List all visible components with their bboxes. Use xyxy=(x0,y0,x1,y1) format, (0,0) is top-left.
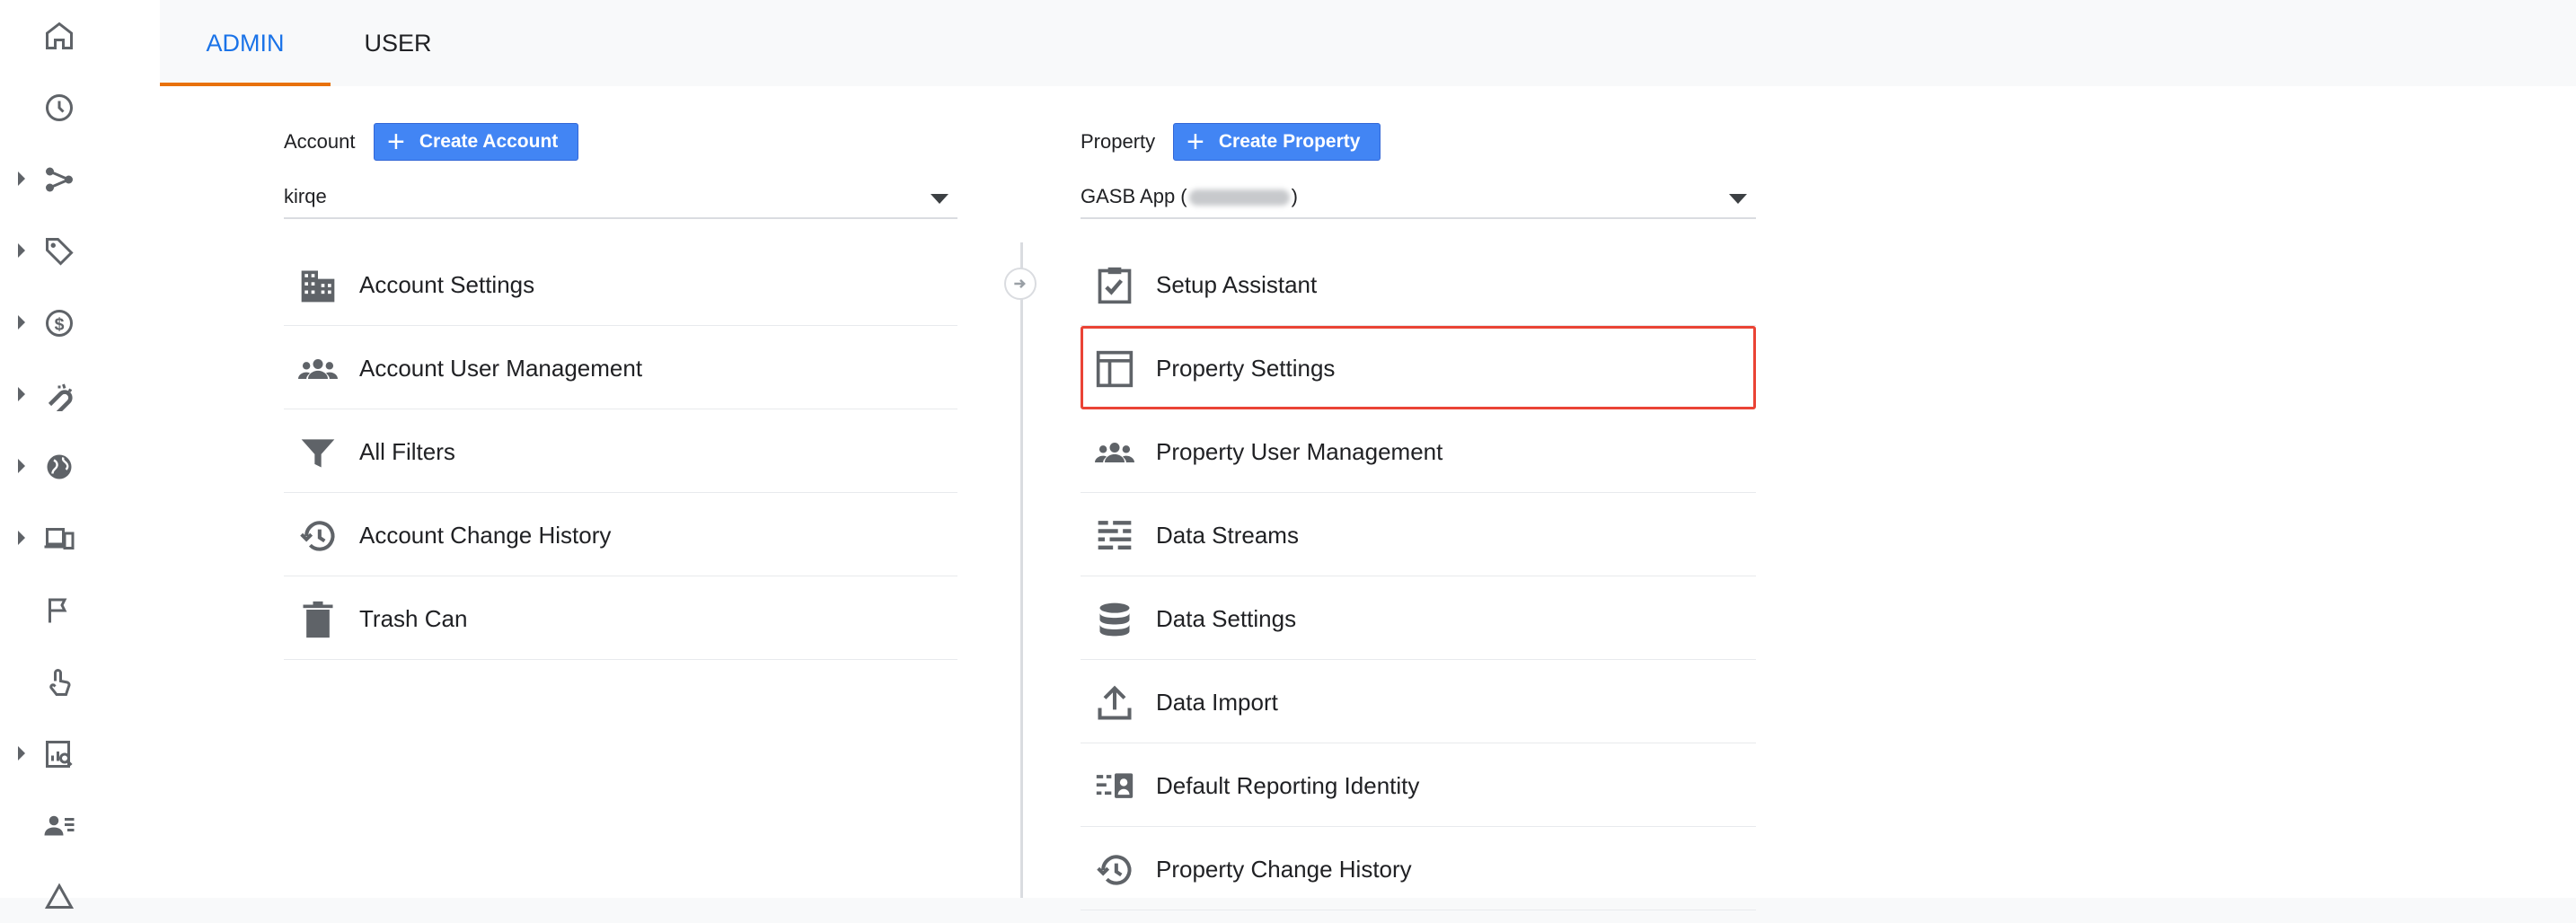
nav-flag[interactable] xyxy=(0,585,160,636)
dollar-icon: $ xyxy=(46,310,73,337)
menu-item-setup-assistant[interactable]: Setup Assistant xyxy=(1081,242,1756,326)
menu-item-label: Property User Management xyxy=(1156,438,1443,465)
create-account-label: Create Account xyxy=(419,131,559,152)
expand-arrow-icon xyxy=(18,746,25,760)
admin-tab-bar: ADMIN USER xyxy=(160,0,2576,86)
create-property-label: Create Property xyxy=(1218,131,1361,152)
property-selector[interactable]: GASB App () xyxy=(1081,176,1756,219)
menu-item-label: Property Settings xyxy=(1156,355,1336,382)
menu-item-account-change-history[interactable]: Account Change History xyxy=(284,493,957,576)
nav-monetization[interactable]: $ xyxy=(0,298,160,348)
menu-item-property-user-management[interactable]: Property User Management xyxy=(1081,409,1756,493)
expand-arrow-icon xyxy=(18,387,25,401)
menu-item-data-settings[interactable]: Data Settings xyxy=(1081,576,1756,660)
account-selected-value: kirqe xyxy=(284,185,327,207)
nav-reports[interactable] xyxy=(0,729,160,779)
nav-home[interactable] xyxy=(0,11,160,61)
svg-text:$: $ xyxy=(55,315,65,335)
triangle-icon xyxy=(44,883,75,909)
account-label: Account xyxy=(284,130,356,153)
menu-item-label: Default Reporting Identity xyxy=(1156,772,1420,799)
chevron-down-icon xyxy=(1729,194,1747,204)
flag-icon xyxy=(49,598,67,623)
plus-icon: + xyxy=(387,125,405,159)
nav-globe[interactable] xyxy=(0,442,160,492)
redacted-property-id xyxy=(1188,189,1290,207)
menu-item-default-reporting-identity[interactable]: Default Reporting Identity xyxy=(1081,743,1756,827)
nav-audience[interactable] xyxy=(0,801,160,851)
devices-icon xyxy=(44,528,75,549)
property-menu: Setup Assistant Property Settings Proper… xyxy=(1081,242,1756,910)
database-icon xyxy=(1099,602,1130,637)
menu-item-label: Property Change History xyxy=(1156,856,1412,883)
menu-item-trash-can[interactable]: Trash Can xyxy=(284,576,957,660)
globe-icon xyxy=(47,454,72,479)
expand-arrow-icon xyxy=(18,171,25,186)
upload-icon xyxy=(1098,685,1132,720)
menu-item-label: Data Settings xyxy=(1156,605,1297,632)
left-nav-rail: $ xyxy=(0,0,160,909)
nav-tags[interactable] xyxy=(0,226,160,277)
checklist-icon xyxy=(1098,267,1132,304)
menu-item-property-settings[interactable]: Property Settings xyxy=(1081,326,1756,409)
people-icon xyxy=(298,359,338,379)
identity-icon xyxy=(1096,773,1134,798)
tag-icon xyxy=(46,238,74,266)
nav-devices[interactable] xyxy=(0,514,160,564)
property-name-prefix: GASB App ( xyxy=(1081,185,1187,207)
expand-arrow-icon xyxy=(18,459,25,473)
menu-item-data-streams[interactable]: Data Streams xyxy=(1081,493,1756,576)
nav-realtime[interactable] xyxy=(0,83,160,133)
building-icon xyxy=(301,270,335,303)
menu-item-data-import[interactable]: Data Import xyxy=(1081,660,1756,743)
menu-item-label: Account User Management xyxy=(359,355,643,382)
column-divider xyxy=(1020,242,1023,898)
menu-item-label: Trash Can xyxy=(359,605,468,632)
filter-icon xyxy=(301,439,335,468)
people-icon xyxy=(1095,443,1134,462)
history-icon xyxy=(300,521,335,551)
tab-admin[interactable]: ADMIN xyxy=(160,0,331,86)
menu-item-label: Account Settings xyxy=(359,271,535,298)
magnet-icon xyxy=(48,383,73,411)
menu-item-label: Setup Assistant xyxy=(1156,271,1318,298)
layout-icon xyxy=(1096,350,1134,388)
menu-item-account-settings[interactable]: Account Settings xyxy=(284,242,957,326)
home-icon xyxy=(46,22,73,49)
expand-arrow-icon xyxy=(18,315,25,330)
admin-panel: Account + Create Account kirqe Account S… xyxy=(160,86,2576,910)
clock-icon xyxy=(46,94,73,121)
account-menu: Account Settings Account User Management… xyxy=(284,242,957,660)
account-selector[interactable]: kirqe xyxy=(284,176,957,219)
chevron-down-icon xyxy=(931,194,948,204)
create-account-button[interactable]: + Create Account xyxy=(374,123,579,161)
menu-item-account-user-management[interactable]: Account User Management xyxy=(284,326,957,409)
create-property-button[interactable]: + Create Property xyxy=(1173,123,1381,161)
expand-arrow-icon xyxy=(18,243,25,258)
menu-item-all-filters[interactable]: All Filters xyxy=(284,409,957,493)
trash-icon xyxy=(303,601,333,638)
touch-icon xyxy=(49,669,71,696)
nav-more[interactable] xyxy=(0,873,160,923)
menu-item-label: Data Import xyxy=(1156,689,1278,716)
property-selected-value: GASB App () xyxy=(1081,185,1298,208)
streams-icon xyxy=(1098,521,1132,550)
tab-user[interactable]: USER xyxy=(348,0,447,86)
plus-icon: + xyxy=(1187,125,1204,159)
property-name-suffix: ) xyxy=(1291,185,1298,207)
menu-item-label: Account Change History xyxy=(359,522,612,549)
nav-acquisition[interactable] xyxy=(0,370,160,420)
nav-touch[interactable] xyxy=(0,657,160,708)
property-label: Property xyxy=(1081,130,1156,153)
person-list-icon xyxy=(44,815,75,836)
history-icon xyxy=(1097,855,1132,885)
arrow-right-icon xyxy=(1004,268,1037,300)
flow-icon xyxy=(46,167,73,192)
menu-item-label: All Filters xyxy=(359,438,455,465)
menu-item-property-change-history[interactable]: Property Change History xyxy=(1081,827,1756,910)
nav-flow[interactable] xyxy=(0,154,160,205)
expand-arrow-icon xyxy=(18,531,25,545)
report-search-icon xyxy=(46,741,73,768)
menu-item-label: Data Streams xyxy=(1156,522,1299,549)
